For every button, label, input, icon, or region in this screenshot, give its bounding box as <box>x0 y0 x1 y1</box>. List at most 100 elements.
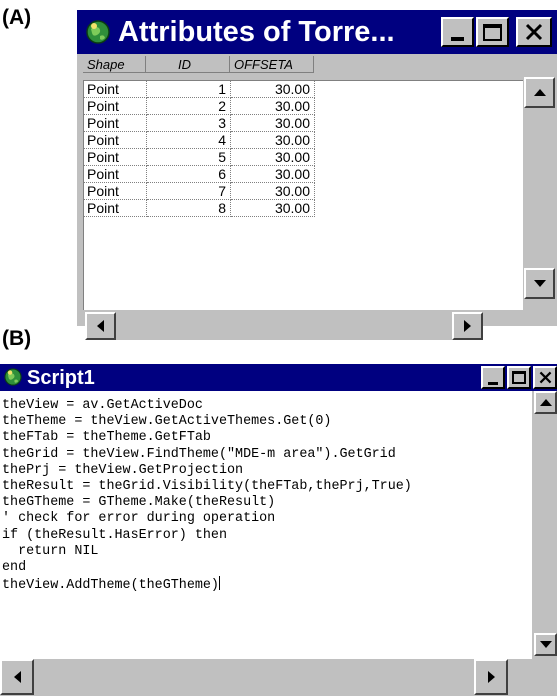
code-line: ' check for error during operation <box>2 511 532 527</box>
scroll-down-button[interactable] <box>534 633 557 656</box>
panel-label-a: (A) <box>2 6 32 29</box>
table-row[interactable]: Point 4 30.00 <box>84 132 316 149</box>
code-line-text: end <box>2 560 27 576</box>
code-line-text: theTheme = theView.GetActiveThemes.Get(0… <box>2 414 332 430</box>
maximize-button[interactable] <box>476 17 509 47</box>
script-titlebar[interactable]: Script1 <box>0 364 557 391</box>
code-line: theView = av.GetActiveDoc <box>2 398 532 414</box>
attributes-title: Attributes of Torre... <box>118 16 395 48</box>
text-caret <box>218 576 220 591</box>
scroll-right-icon <box>464 320 471 332</box>
table-row[interactable]: Point 2 30.00 <box>84 98 316 115</box>
scroll-left-button[interactable] <box>0 659 34 695</box>
maximize-icon <box>483 23 502 41</box>
globe-app-icon <box>83 17 113 52</box>
table-row[interactable]: Point 5 30.00 <box>84 149 316 166</box>
scroll-left-button[interactable] <box>85 312 116 340</box>
code-line-text: theGTheme = GTheme.Make(theResult) <box>2 495 276 511</box>
close-icon <box>525 23 543 41</box>
column-header-offseta[interactable]: OFFSETA <box>230 56 314 73</box>
scroll-right-button[interactable] <box>474 659 508 695</box>
table-cell: 2 <box>147 98 231 115</box>
table-cell: 7 <box>147 183 231 200</box>
column-header-shape[interactable]: Shape <box>83 56 146 73</box>
script-editor[interactable]: theView = av.GetActiveDoc theTheme = theV… <box>0 391 532 659</box>
close-button[interactable] <box>516 17 552 47</box>
table-cell: 30.00 <box>231 98 315 115</box>
minimize-icon <box>488 381 498 385</box>
code-line: theFTab = theTheme.GetFTab <box>2 430 532 446</box>
table-cell: Point <box>84 115 147 132</box>
header-filler <box>314 56 524 73</box>
code-line: return NIL <box>2 544 532 560</box>
table-cell: Point <box>84 81 147 98</box>
table-row[interactable]: Point 7 30.00 <box>84 183 316 200</box>
globe-app-icon <box>2 366 24 393</box>
scroll-up-button[interactable] <box>534 391 557 414</box>
code-line-text: theResult = theGrid.Visibility(theFTab,t… <box>2 479 412 495</box>
maximize-button[interactable] <box>507 366 531 389</box>
scroll-down-icon <box>539 641 552 648</box>
close-button[interactable] <box>533 366 557 389</box>
table-cell: 3 <box>147 115 231 132</box>
table-row[interactable]: Point 3 30.00 <box>84 115 316 132</box>
scroll-up-icon <box>539 399 552 406</box>
code-line: theGrid = theView.FindTheme("MDE-m area"… <box>2 447 532 463</box>
code-line-text: theFTab = theTheme.GetFTab <box>2 430 211 446</box>
table-row[interactable]: Point 8 30.00 <box>84 200 316 217</box>
code-line: thePrj = theView.GetProjection <box>2 463 532 479</box>
code-line: if (theResult.HasError) then <box>2 528 532 544</box>
vertical-scrollbar-track[interactable] <box>534 414 557 633</box>
minimize-button[interactable] <box>481 366 505 389</box>
table-cell: 30.00 <box>231 149 315 166</box>
table-cell: Point <box>84 132 147 149</box>
attributes-titlebar[interactable]: Attributes of Torre... <box>77 10 557 54</box>
table-cell: 6 <box>147 166 231 183</box>
horizontal-scrollbar-track[interactable] <box>34 659 474 695</box>
maximize-icon <box>512 371 526 384</box>
table-cell: 4 <box>147 132 231 149</box>
table-cell: 30.00 <box>231 81 315 98</box>
table-cell: 8 <box>147 200 231 217</box>
horizontal-scrollbar-track[interactable] <box>116 312 452 340</box>
scroll-right-button[interactable] <box>452 312 483 340</box>
script-title: Script1 <box>27 367 95 389</box>
code-line: theResult = theGrid.Visibility(theFTab,t… <box>2 479 532 495</box>
attribute-table: Point 1 30.00 Point 2 30.00 Point 3 30.00 Point 4 3… <box>83 80 523 310</box>
table-cell: 5 <box>147 149 231 166</box>
code-line: theGTheme = GTheme.Make(theResult) <box>2 495 532 511</box>
code-line-text: thePrj = theView.GetProjection <box>2 462 244 478</box>
scroll-up-button[interactable] <box>524 77 555 108</box>
table-row[interactable]: Point 1 30.00 <box>84 81 316 98</box>
table-cell: 30.00 <box>231 166 315 183</box>
scroll-left-icon <box>97 320 104 332</box>
code-line-text: if (theResult.HasError) then <box>2 527 227 543</box>
table-cell: Point <box>84 98 147 115</box>
vertical-scrollbar-track[interactable] <box>524 108 555 268</box>
table-cell: Point <box>84 183 147 200</box>
table-cell: 1 <box>147 81 231 98</box>
minimize-icon <box>451 37 464 41</box>
code-line-text: return NIL <box>2 543 99 559</box>
minimize-button[interactable] <box>441 17 474 47</box>
panel-label-b: (B) <box>2 327 32 350</box>
scroll-right-icon <box>487 671 495 683</box>
column-header-id[interactable]: ID <box>146 56 230 73</box>
table-row[interactable]: Point 6 30.00 <box>84 166 316 183</box>
code-line-text: theView = av.GetActiveDoc <box>2 398 203 413</box>
table-cell: 30.00 <box>231 115 315 132</box>
script-code[interactable]: theView = av.GetActiveDoc theTheme = theV… <box>0 391 532 594</box>
scroll-up-icon <box>533 89 546 96</box>
table-cell: 30.00 <box>231 183 315 200</box>
table-cell: 30.00 <box>231 200 315 217</box>
scroll-down-button[interactable] <box>524 268 555 299</box>
code-line: end <box>2 560 532 576</box>
code-line-text: theView.AddTheme(theGTheme) <box>2 578 219 594</box>
close-icon <box>539 371 551 384</box>
code-line: theTheme = theView.GetActiveThemes.Get(0… <box>2 414 532 430</box>
size-grip[interactable] <box>508 659 557 695</box>
scroll-left-icon <box>13 671 21 683</box>
scroll-down-icon <box>533 280 546 287</box>
table-cell: 30.00 <box>231 132 315 149</box>
table-cell: Point <box>84 200 147 217</box>
